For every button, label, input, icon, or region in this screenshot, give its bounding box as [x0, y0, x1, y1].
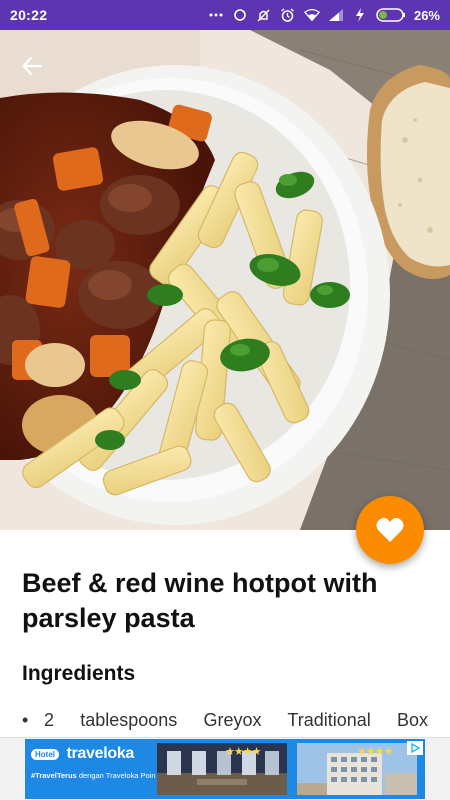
ad-area: Hotel traveloka #TravelTerus dengan Trav…: [0, 737, 450, 800]
status-icons: 26%: [208, 7, 440, 23]
alarm-icon: [280, 7, 296, 23]
ad-choices-icon[interactable]: [407, 741, 423, 755]
ad-hotel-building-image: ★★★★: [297, 743, 417, 795]
heart-icon: [376, 517, 404, 542]
ingredient-text: 2 tablespoons Greyox Traditional Box: [44, 710, 428, 730]
do-not-disturb-icon: [256, 7, 272, 23]
ingredients-list: • 2 tablespoons Greyox Traditional Box: [22, 710, 428, 731]
more-dots-icon: [208, 7, 224, 23]
back-arrow-icon: [22, 56, 43, 76]
battery-icon: [376, 7, 406, 23]
charging-icon: [352, 7, 368, 23]
ad-tagline-text: dengan Traveloka Poin: [78, 771, 156, 781]
ad-tagline: #TravelTerus dengan Traveloka Poin: [31, 771, 156, 780]
favorite-button[interactable]: [356, 496, 424, 564]
wifi-icon: [303, 7, 320, 23]
recipe-title: Beef & red wine hotpot with parsley past…: [22, 568, 378, 633]
recipe-hero-image: [0, 30, 450, 530]
ad-hotel-label: Hotel: [31, 748, 59, 760]
battery-percentage: 26%: [413, 7, 440, 23]
ad-banner[interactable]: Hotel traveloka #TravelTerus dengan Trav…: [25, 739, 425, 799]
ad-rating-stars-2: ★★★★: [357, 746, 393, 758]
ad-hashtag: #TravelTerus: [31, 771, 77, 781]
bullet-icon: •: [22, 710, 29, 730]
signal-icon: [328, 7, 344, 23]
status-bar: 20:22 26%: [0, 0, 450, 30]
ad-rating-stars: ★★★★: [225, 746, 261, 758]
ad-hotel-lobby-image: ★★★★: [157, 743, 287, 795]
back-button[interactable]: [18, 52, 46, 80]
ingredients-heading: Ingredients: [22, 662, 136, 685]
status-time: 20:22: [10, 7, 48, 23]
traveloka-logo: traveloka: [66, 745, 135, 762]
food-photo: [0, 30, 450, 530]
list-item: • 2 tablespoons Greyox Traditional Box: [22, 710, 428, 731]
ad-brand: Hotel traveloka #TravelTerus dengan Trav…: [31, 745, 156, 780]
sync-icon: [232, 7, 248, 23]
